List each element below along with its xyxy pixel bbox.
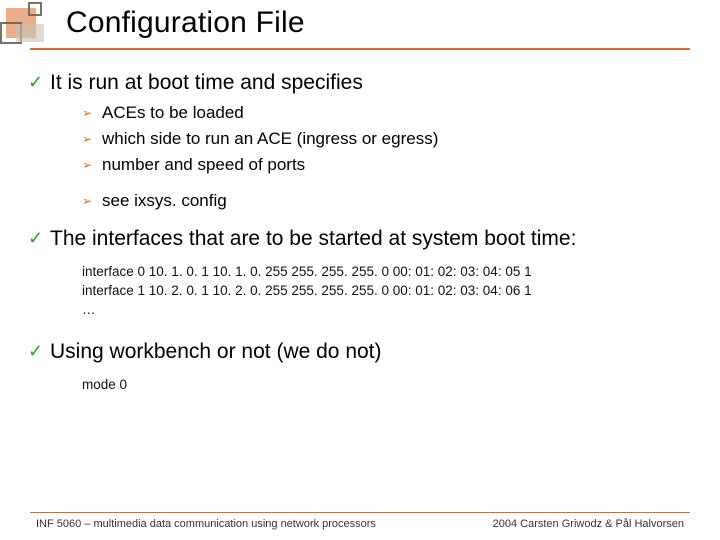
bullet-2-text: The interfaces that are to be started at…	[50, 226, 576, 252]
sub-1-text: ACEs to be loaded	[102, 102, 244, 124]
bullet-3: ✓ Using workbench or not (we do not)	[28, 339, 692, 365]
check-icon: ✓	[28, 226, 50, 250]
sub-4: ➢ see ixsys. config	[82, 190, 692, 212]
sub-2: ➢ which side to run an ACE (ingress or e…	[82, 128, 692, 150]
sub-1: ➢ ACEs to be loaded	[82, 102, 692, 124]
arrow-icon: ➢	[82, 128, 102, 150]
sub-3-text: number and speed of ports	[102, 154, 305, 176]
bullet-3-text: Using workbench or not (we do not)	[50, 339, 382, 365]
content-area: ✓ It is run at boot time and specifies ➢…	[28, 66, 692, 414]
arrow-icon: ➢	[82, 102, 102, 124]
check-icon: ✓	[28, 70, 50, 94]
sub-4-text: see ixsys. config	[102, 190, 227, 212]
footer: INF 5060 – multimedia data communication…	[0, 512, 720, 540]
footer-right: 2004 Carsten Griwodz & Pål Halvorsen	[493, 518, 684, 530]
title-underline	[30, 48, 690, 50]
mode-code: mode 0	[82, 375, 692, 394]
arrow-icon: ➢	[82, 154, 102, 176]
title-wrap: Configuration File	[66, 6, 690, 40]
sub-2-text: which side to run an ACE (ingress or egr…	[102, 128, 438, 150]
bullet-1-subs: ➢ ACEs to be loaded ➢ which side to run …	[82, 102, 692, 212]
sub-3: ➢ number and speed of ports	[82, 154, 692, 176]
slide-title: Configuration File	[66, 6, 690, 40]
footer-left: INF 5060 – multimedia data communication…	[36, 518, 376, 530]
arrow-icon: ➢	[82, 190, 102, 212]
bullet-1: ✓ It is run at boot time and specifies	[28, 70, 692, 96]
slide: Configuration File ✓ It is run at boot t…	[0, 0, 720, 540]
check-icon: ✓	[28, 339, 50, 363]
bullet-1-text: It is run at boot time and specifies	[50, 70, 363, 96]
bullet-2: ✓ The interfaces that are to be started …	[28, 226, 692, 252]
footer-rule	[30, 512, 690, 513]
interfaces-code: interface 0 10. 1. 0. 1 10. 1. 0. 255 25…	[82, 262, 692, 319]
